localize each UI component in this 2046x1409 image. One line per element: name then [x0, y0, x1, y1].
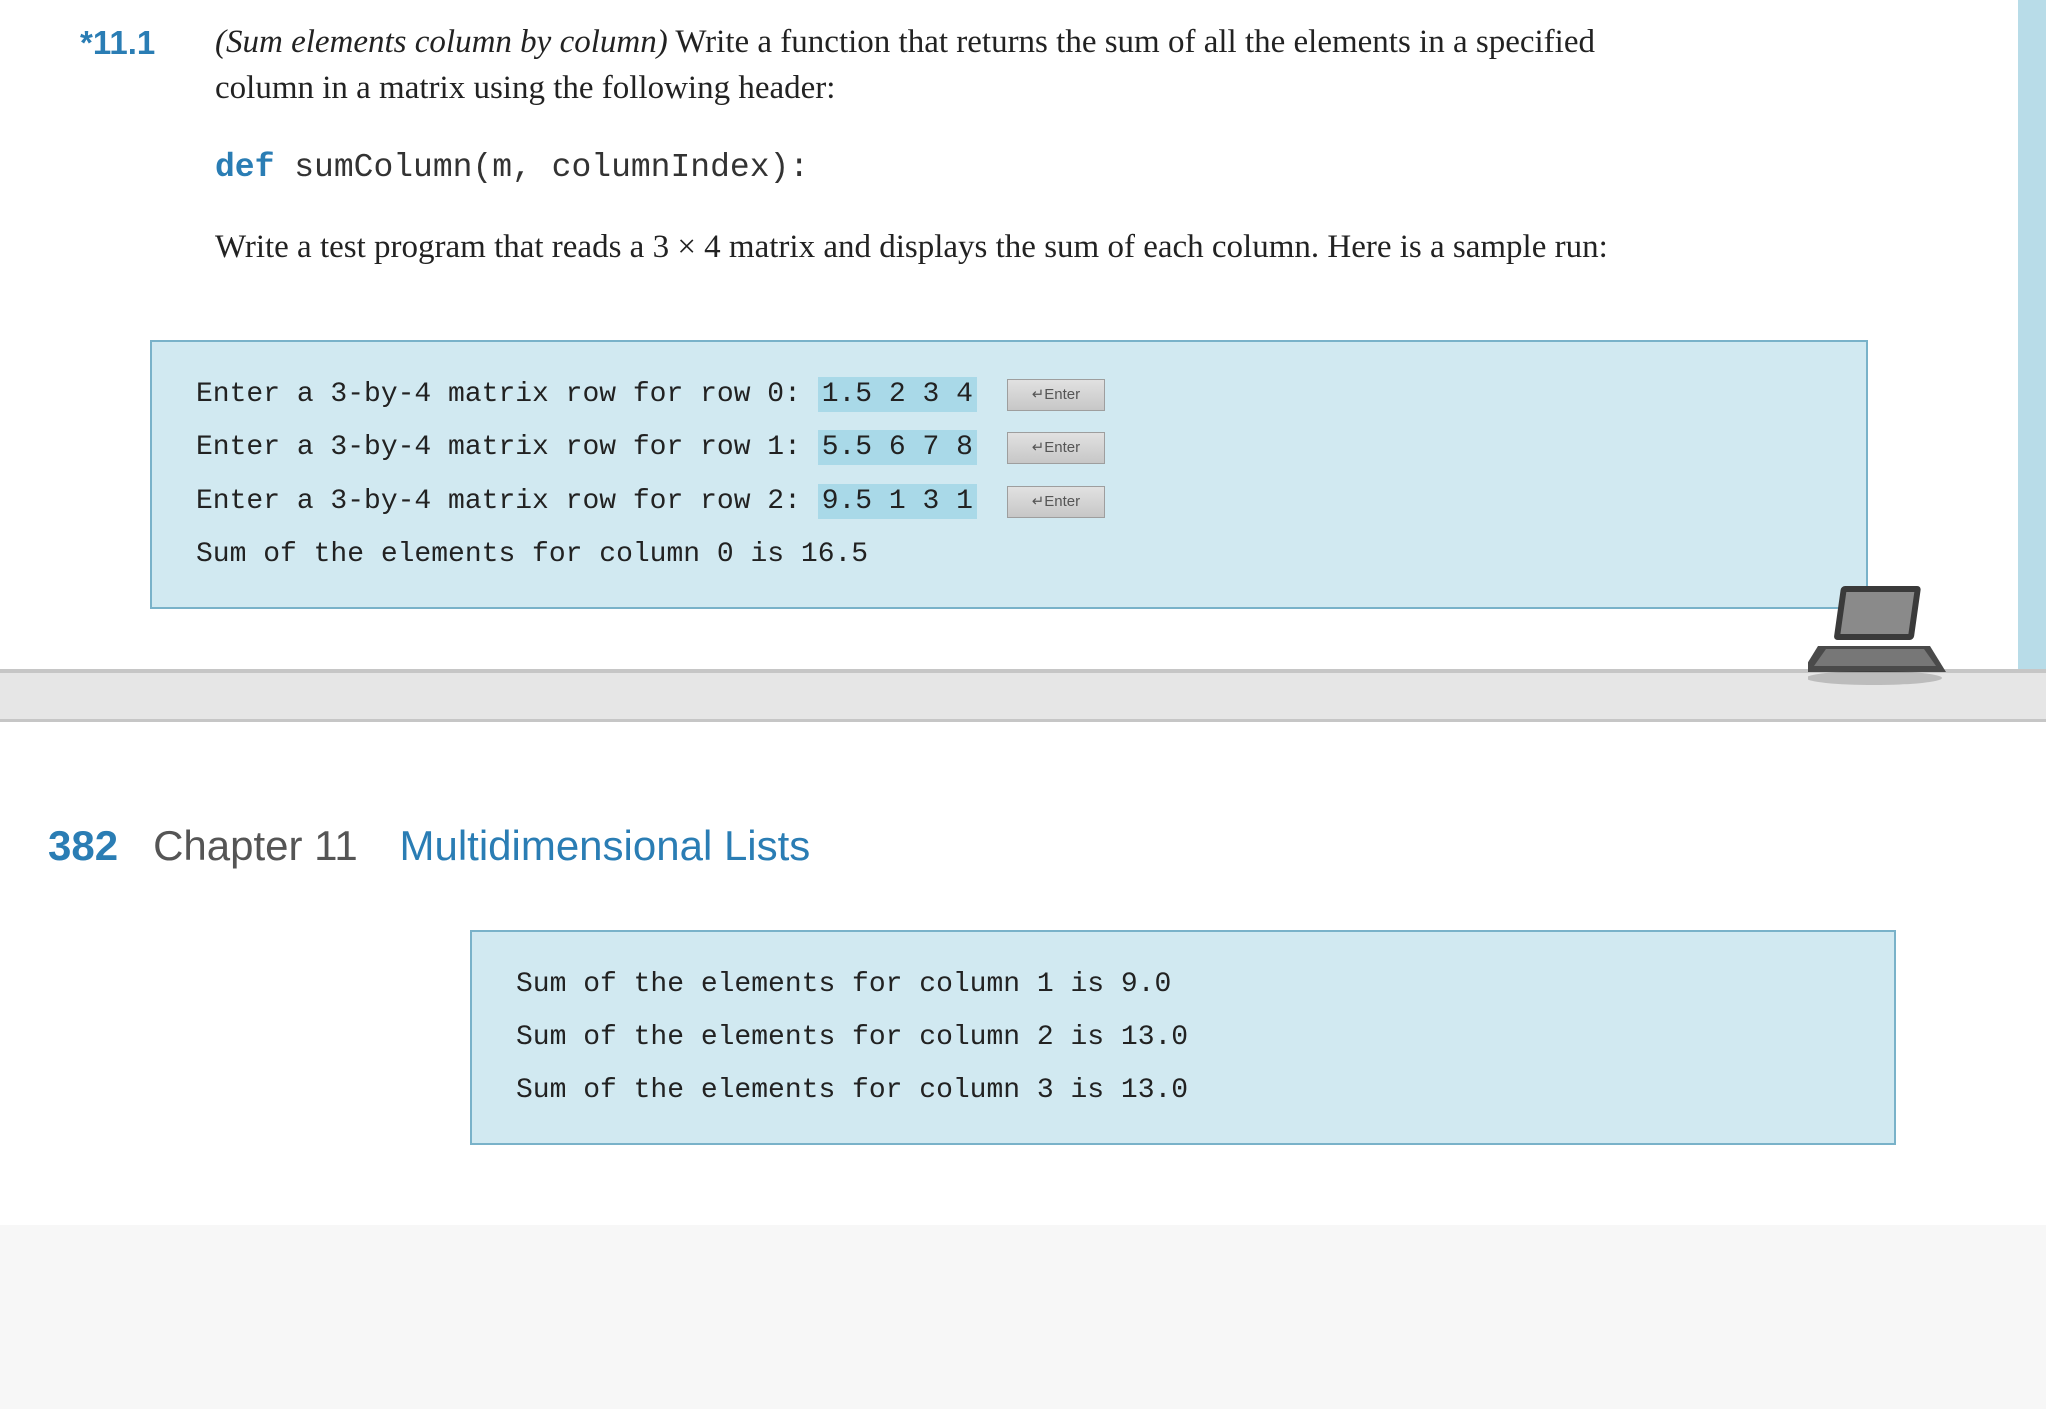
- sample-output: Sum of the elements for column 1 is 9.0: [516, 958, 1850, 1011]
- sample-run-box-2: Sum of the elements for column 1 is 9.0 …: [470, 930, 1896, 1146]
- sample-line: Enter a 3-by-4 matrix row for row 2: 9.5…: [196, 475, 1822, 528]
- signature-rest: sumColumn(m, columnIndex):: [274, 149, 809, 186]
- chapter-title: Multidimensional Lists: [399, 822, 810, 869]
- chapter-header: 382 Chapter 11 Multidimensional Lists: [48, 822, 2046, 870]
- function-signature: def sumColumn(m, columnIndex):: [215, 145, 1678, 191]
- chapter-label: Chapter 11: [153, 822, 358, 869]
- sample-output: Sum of the elements for column 2 is 13.0: [516, 1011, 1850, 1064]
- problem-block: *11.1 (Sum elements column by column) Wr…: [215, 20, 1678, 270]
- user-input: 1.5 2 3 4: [818, 377, 977, 412]
- laptop-icon: [1808, 580, 1948, 690]
- problem-desc-2: Write a test program that reads a 3 × 4 …: [215, 225, 1678, 271]
- problem-title: (Sum elements column by column): [215, 24, 668, 60]
- enter-key-icon: ↵Enter: [1007, 379, 1105, 411]
- enter-key-icon: ↵Enter: [1007, 486, 1105, 518]
- page-bottom: 382 Chapter 11 Multidimensional Lists Su…: [0, 722, 2046, 1226]
- enter-key-icon: ↵Enter: [1007, 432, 1105, 464]
- page-gap: [0, 669, 2046, 722]
- prompt-text: Enter a 3-by-4 matrix row for row 2:: [196, 486, 818, 517]
- user-input: 5.5 6 7 8: [818, 430, 977, 465]
- page-number: 382: [48, 822, 118, 869]
- prompt-text: Enter a 3-by-4 matrix row for row 1:: [196, 432, 818, 463]
- user-input: 9.5 1 3 1: [818, 484, 977, 519]
- page-top: *11.1 (Sum elements column by column) Wr…: [0, 0, 2046, 669]
- sample-line: Enter a 3-by-4 matrix row for row 1: 5.5…: [196, 421, 1822, 474]
- sample-run-box-1: Enter a 3-by-4 matrix row for row 0: 1.5…: [150, 340, 1868, 609]
- problem-number: *11.1: [80, 20, 155, 66]
- prompt-text: Enter a 3-by-4 matrix row for row 0:: [196, 379, 818, 410]
- keyword-def: def: [215, 149, 274, 186]
- sample-line: Enter a 3-by-4 matrix row for row 0: 1.5…: [196, 368, 1822, 421]
- sample-output: Sum of the elements for column 3 is 13.0: [516, 1064, 1850, 1117]
- sample-output: Sum of the elements for column 0 is 16.5: [196, 528, 1822, 581]
